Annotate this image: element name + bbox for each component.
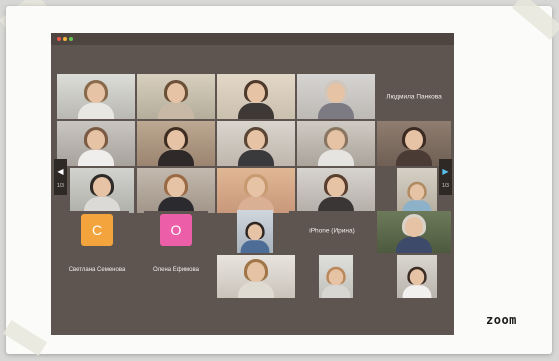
participant-video-tile[interactable]	[397, 168, 437, 213]
participant-figure	[401, 181, 433, 213]
participant-figure	[156, 173, 196, 213]
participant-name: Людмила Панкова	[386, 93, 442, 100]
participant-figure	[76, 79, 116, 119]
next-page-button[interactable]: ▶ 1/3	[439, 159, 452, 195]
page-indicator: 1/3	[442, 183, 449, 189]
window-titlebar	[51, 33, 454, 45]
avatar: О	[160, 214, 192, 246]
participant-figure	[236, 126, 276, 166]
zoom-logo: zoom	[486, 313, 517, 327]
participant-video-tile[interactable]	[297, 74, 375, 119]
participant-figure	[401, 266, 433, 298]
participant-figure	[320, 266, 352, 298]
participant-figure	[156, 126, 196, 166]
participant-video-tile[interactable]	[137, 121, 215, 166]
participant-name: iPhone (Ирина)	[309, 227, 355, 235]
participant-figure	[236, 258, 276, 298]
participant-name-tile[interactable]: Людмила Панкова	[377, 74, 451, 119]
page-indicator: 1/3	[57, 183, 64, 189]
participant-name: Светлана Семенова	[68, 267, 126, 273]
participant-figure	[316, 79, 356, 119]
chevron-left-icon: ◀	[57, 167, 64, 176]
zoom-meeting-window: Людмила Панкова ◀ 1/3 ▶ 1/3 С Светлана С…	[51, 33, 454, 335]
participant-name-tile[interactable]: iPhone (Ирина)	[289, 211, 375, 251]
participant-video-tile[interactable]	[57, 74, 135, 119]
participant-video-tile[interactable]	[297, 121, 375, 166]
participant-video-tile[interactable]	[217, 168, 295, 213]
participant-video-tile[interactable]	[377, 211, 451, 253]
participant-video-tile[interactable]	[237, 210, 273, 253]
participant-figure	[236, 173, 276, 213]
participant-name: Олена Ефимова	[153, 267, 199, 273]
minimize-window-button[interactable]	[63, 37, 67, 41]
close-window-button[interactable]	[57, 37, 61, 41]
participant-video-tile[interactable]	[217, 255, 295, 298]
participant-figure	[82, 173, 122, 213]
participant-figure	[316, 173, 356, 213]
participant-figure	[316, 126, 356, 166]
participant-video-tile[interactable]	[297, 168, 375, 213]
participant-video-tile[interactable]	[137, 74, 215, 119]
participant-video-tile[interactable]	[57, 121, 135, 166]
participant-avatar-tile[interactable]: С Светлана Семенова	[65, 211, 129, 281]
participant-avatar-tile[interactable]: О Олена Ефимова	[144, 211, 208, 281]
participant-video-tile[interactable]	[319, 255, 353, 298]
previous-page-button[interactable]: ◀ 1/3	[54, 159, 67, 195]
maximize-window-button[interactable]	[69, 37, 73, 41]
participant-figure	[239, 221, 271, 253]
participant-figure	[394, 213, 434, 253]
avatar: С	[81, 214, 113, 246]
participant-video-tile[interactable]	[217, 74, 295, 119]
participant-video-tile[interactable]	[217, 121, 295, 166]
participant-figure	[156, 79, 196, 119]
participant-video-tile[interactable]	[137, 168, 215, 213]
participant-video-tile[interactable]	[70, 168, 134, 213]
participant-figure	[76, 126, 116, 166]
participant-figure	[394, 126, 434, 166]
participant-video-tile[interactable]	[397, 255, 437, 298]
participant-figure	[236, 79, 276, 119]
chevron-right-icon: ▶	[442, 167, 449, 176]
